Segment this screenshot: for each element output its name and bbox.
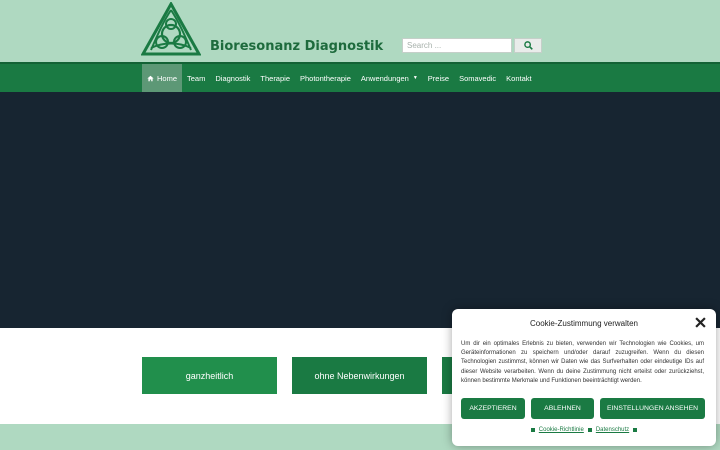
view-preferences-button[interactable]: EINSTELLUNGEN ANSEHEN: [600, 398, 705, 419]
nav-item-preise[interactable]: Preise: [423, 64, 454, 92]
nav-item-diagnostik[interactable]: Diagnostik: [210, 64, 255, 92]
cookie-consent-dialog: Cookie-Zustimmung verwalten Um dir ein o…: [452, 309, 716, 446]
cookie-dialog-title: Cookie-Zustimmung verwalten: [529, 319, 639, 328]
search-icon: [523, 41, 533, 50]
home-icon: [147, 75, 154, 82]
site-header: Bioresonanz Diagnostik Search ...: [0, 0, 720, 62]
search-input[interactable]: Search ...: [402, 38, 512, 53]
nav-item-kontakt[interactable]: Kontakt: [501, 64, 536, 92]
main-nav: Home Team Diagnostik Therapie Photonther…: [0, 62, 720, 92]
nav-item-photontherapie[interactable]: Photontherapie: [295, 64, 356, 92]
hero-banner: [0, 92, 720, 328]
cookie-policy-link[interactable]: Cookie-Richtlinie: [539, 427, 584, 433]
feature-button-ganzheitlich[interactable]: ganzheitlich: [142, 357, 277, 394]
bullet-square-icon: [587, 428, 592, 432]
cookie-links: Cookie-Richtlinie Datenschutz: [452, 427, 716, 433]
nav-item-label: Kontakt: [506, 73, 532, 83]
nav-item-anwendungen[interactable]: Anwendungen ▼: [356, 64, 423, 92]
celtic-triangle-knot-icon[interactable]: [141, 2, 201, 56]
nav-item-label: Team: [187, 73, 206, 83]
deny-button[interactable]: ABLEHNEN: [531, 398, 594, 419]
caret-down-icon: ▼: [412, 75, 418, 81]
privacy-link[interactable]: Datenschutz: [596, 427, 629, 433]
close-icon[interactable]: [695, 317, 706, 328]
nav-item-team[interactable]: Team: [182, 64, 210, 92]
bullet-square-icon: [530, 428, 535, 432]
nav-item-label: Home: [157, 73, 178, 83]
accept-button[interactable]: AKZEPTIEREN: [461, 398, 525, 419]
nav-item-label: Diagnostik: [215, 73, 251, 83]
nav-item-label: Anwendungen: [360, 73, 409, 83]
nav-item-label: Therapie: [260, 73, 290, 83]
site-title[interactable]: Bioresonanz Diagnostik: [210, 39, 383, 54]
bullet-square-icon: [633, 428, 638, 432]
nav-item-therapie[interactable]: Therapie: [255, 64, 295, 92]
cookie-dialog-text: Um dir ein optimales Erlebnis zu bieten,…: [461, 341, 704, 384]
nav-item-home[interactable]: Home: [142, 64, 183, 92]
nav-item-label: Preise: [427, 73, 450, 83]
search-button[interactable]: [514, 38, 542, 53]
feature-button-ohne-nebenwirkungen[interactable]: ohne Nebenwirkungen: [292, 357, 427, 394]
nav-item-somavedic[interactable]: Somavedic: [454, 64, 501, 92]
nav-item-label: Somavedic: [459, 73, 497, 83]
nav-item-label: Photontherapie: [300, 73, 351, 83]
